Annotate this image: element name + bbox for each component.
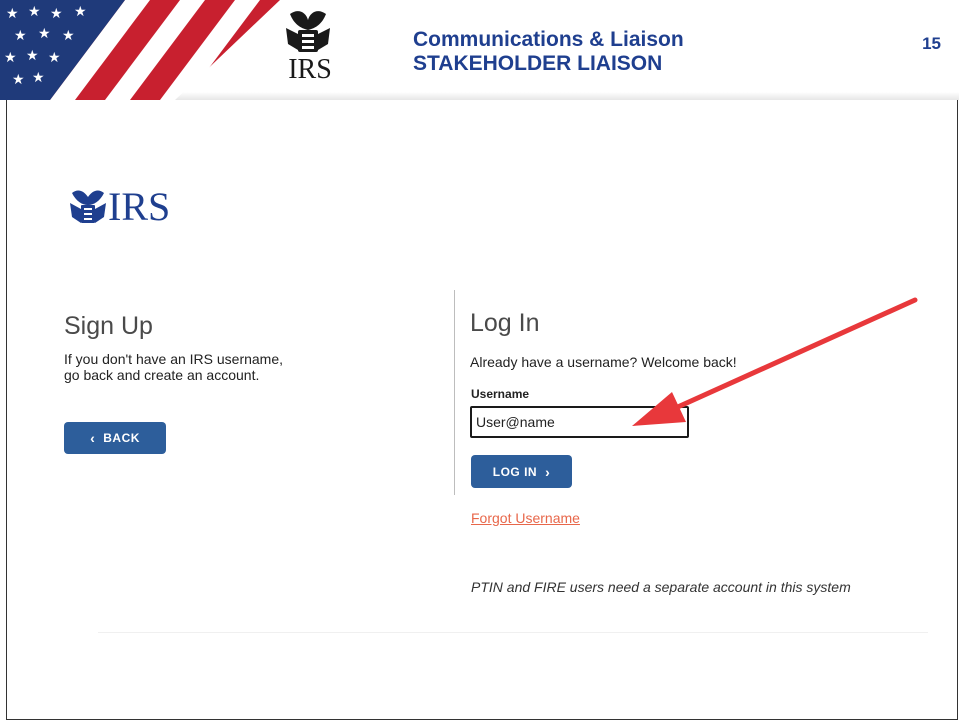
signup-description-line1: If you don't have an IRS username, bbox=[64, 351, 284, 367]
login-button[interactable]: LOG IN › bbox=[471, 455, 572, 488]
column-divider bbox=[454, 290, 455, 495]
slide-header: ★ ★ ★ ★ ★ ★ ★ ★ ★ ★ ★ ★ IRS Communicatio… bbox=[0, 0, 959, 100]
page-number: 15 bbox=[922, 34, 941, 53]
presentation-slide: ★ ★ ★ ★ ★ ★ ★ ★ ★ ★ ★ ★ IRS Communicatio… bbox=[0, 0, 959, 721]
svg-text:★: ★ bbox=[26, 47, 39, 63]
chevron-right-icon: › bbox=[545, 463, 551, 480]
signup-description: If you don't have an IRS username, go ba… bbox=[64, 351, 324, 383]
svg-text:★: ★ bbox=[32, 69, 45, 85]
svg-text:★: ★ bbox=[4, 49, 17, 65]
irs-logo-text: IRS bbox=[288, 54, 332, 85]
svg-text:★: ★ bbox=[28, 3, 41, 19]
svg-text:★: ★ bbox=[6, 5, 19, 21]
content-bottom-rule bbox=[98, 632, 928, 633]
irs-brand-text: IRS bbox=[108, 184, 171, 229]
irs-eagle-icon bbox=[70, 190, 106, 223]
svg-text:★: ★ bbox=[50, 5, 63, 21]
back-button-label: BACK bbox=[103, 431, 140, 445]
frame-left-border bbox=[6, 100, 7, 720]
svg-text:★: ★ bbox=[14, 27, 27, 43]
frame-bottom-border bbox=[6, 719, 958, 720]
american-flag-banner: ★ ★ ★ ★ ★ ★ ★ ★ ★ ★ ★ ★ bbox=[0, 0, 280, 100]
forgot-username-link[interactable]: Forgot Username bbox=[471, 510, 580, 526]
header-title-line2: STAKEHOLDER LIAISON bbox=[413, 52, 663, 75]
svg-text:★: ★ bbox=[48, 49, 61, 65]
login-button-label: LOG IN bbox=[492, 464, 538, 479]
irs-brand-logo: IRS bbox=[68, 185, 193, 230]
header-title-line1: Communications & Liaison bbox=[413, 28, 684, 51]
login-title: Log In bbox=[470, 309, 540, 337]
ptin-fire-note: PTIN and FIRE users need a separate acco… bbox=[471, 579, 851, 595]
header-title: Communications & Liaison STAKEHOLDER LIA… bbox=[413, 28, 684, 76]
chevron-left-icon: ‹ bbox=[90, 430, 96, 446]
svg-text:★: ★ bbox=[62, 27, 75, 43]
signup-title: Sign Up bbox=[64, 312, 153, 340]
svg-text:★: ★ bbox=[12, 71, 25, 87]
username-label: Username bbox=[471, 387, 530, 401]
annotation-arrow-icon bbox=[632, 297, 918, 426]
frame-right-border bbox=[957, 100, 958, 720]
back-button[interactable]: ‹ BACK bbox=[64, 422, 166, 454]
svg-text:★: ★ bbox=[74, 3, 87, 19]
svg-text:★: ★ bbox=[38, 25, 51, 41]
signup-description-line2: go back and create an account. bbox=[64, 367, 260, 383]
